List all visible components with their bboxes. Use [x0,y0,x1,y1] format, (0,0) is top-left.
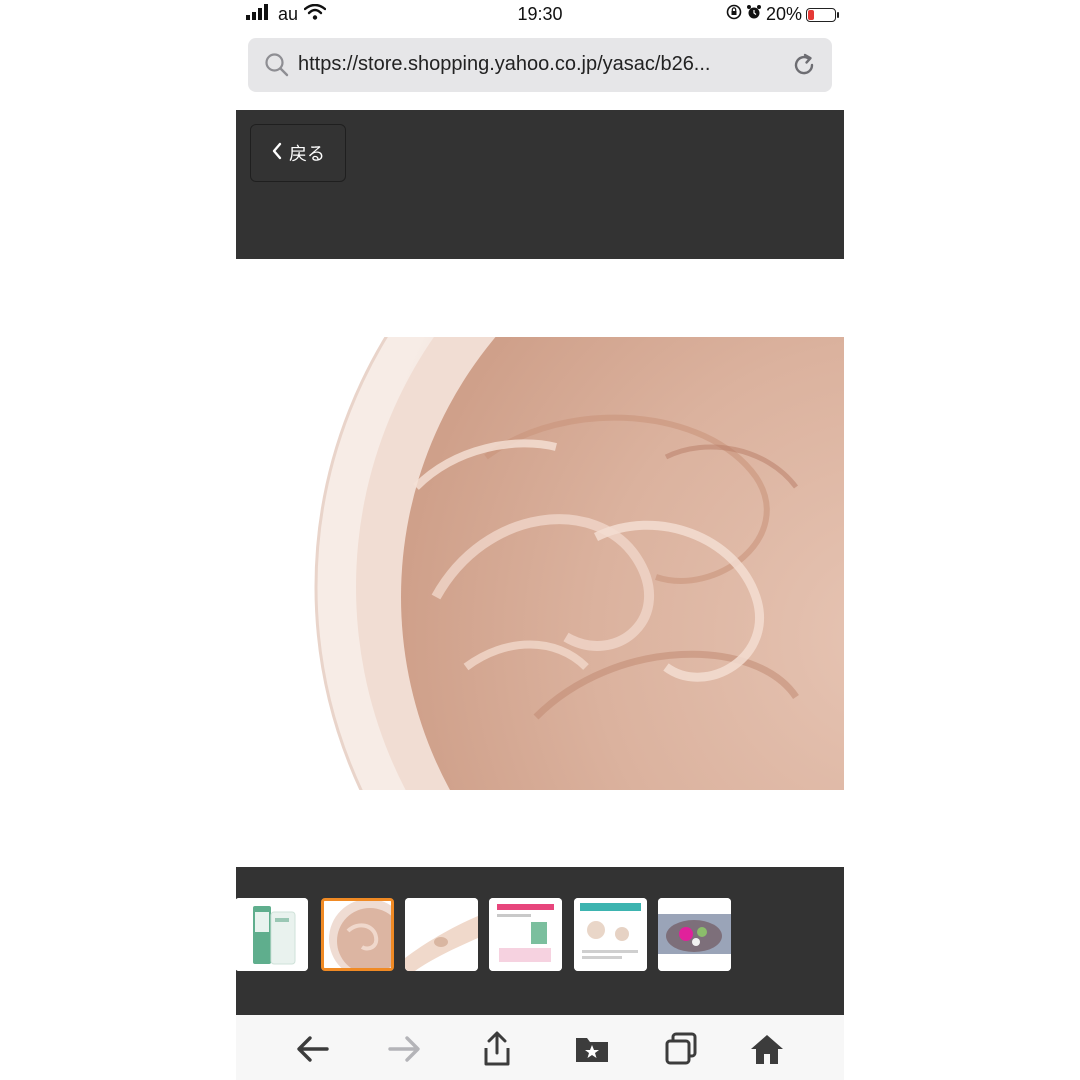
share-icon[interactable] [479,1031,515,1067]
gallery-header: 戻る [236,110,844,259]
search-icon [264,52,290,83]
address-bar[interactable]: https://store.shopping.yahoo.co.jp/yasac… [248,38,832,92]
thumbnail-product-tube[interactable] [236,898,308,971]
reload-icon[interactable] [790,51,818,84]
thumbnail-strip[interactable] [236,867,844,1015]
status-bar: au 19:30 20% [236,0,844,30]
thumbnail-hand-swatch[interactable] [405,898,478,971]
back-arrow-icon[interactable] [294,1031,330,1067]
browser-toolbar [236,1015,844,1080]
phone-screen: au 19:30 20% https://store.shopping.yaho… [236,0,844,1080]
rotation-lock-icon [726,4,742,25]
url-text[interactable]: https://store.shopping.yahoo.co.jp/yasac… [298,53,778,76]
forward-arrow-icon[interactable] [387,1031,423,1067]
tabs-icon[interactable] [663,1031,699,1067]
product-image[interactable] [236,337,844,790]
battery-icon [806,7,839,22]
thumbnail-flowers-bowl[interactable] [658,898,731,971]
alarm-icon [746,4,762,25]
back-button-label: 戻る [289,144,325,164]
battery-level [808,9,814,20]
back-button[interactable]: 戻る [250,124,346,182]
thumbnail-flyer-pink[interactable] [489,898,562,971]
home-icon[interactable] [749,1031,785,1067]
bookmarks-icon[interactable] [574,1031,610,1067]
thumbnail-cream-jar[interactable] [321,898,394,971]
chevron-left-icon [271,142,283,165]
battery-percent: 20% [765,4,802,24]
thumbnail-flyer-teal[interactable] [574,898,647,971]
